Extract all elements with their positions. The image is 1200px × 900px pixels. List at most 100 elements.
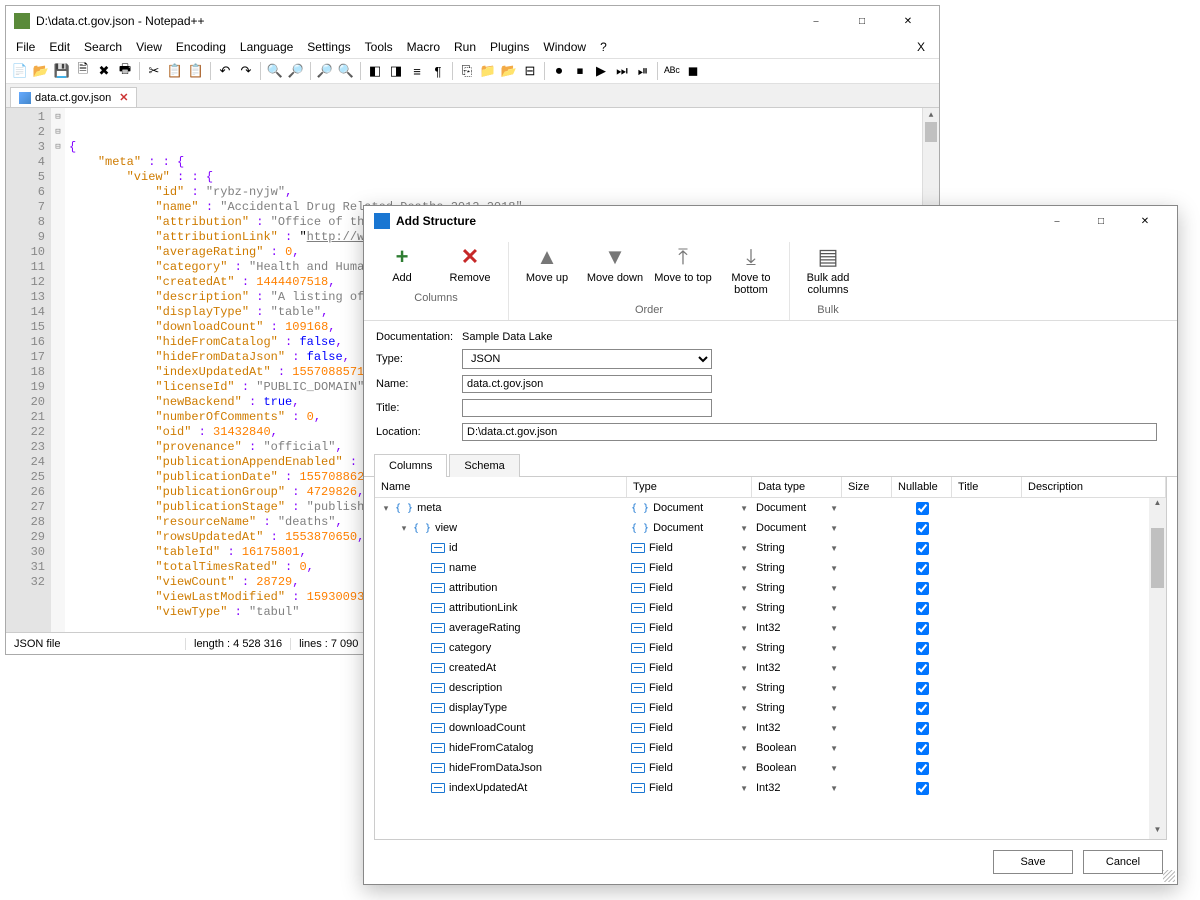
toolbar-button[interactable]: 🔎: [315, 61, 335, 81]
grid-row[interactable]: downloadCountField▼Int32▼: [375, 718, 1166, 738]
chevron-down-icon[interactable]: ▼: [830, 664, 838, 673]
chevron-down-icon[interactable]: ▼: [740, 544, 748, 553]
toolbar-button[interactable]: ◧: [365, 61, 385, 81]
toolbar-button[interactable]: ⊟: [520, 61, 540, 81]
scroll-thumb[interactable]: [1151, 528, 1164, 588]
toolbar-button[interactable]: ⏺: [549, 61, 569, 81]
nullable-checkbox[interactable]: [916, 522, 929, 535]
nullable-checkbox[interactable]: [916, 542, 929, 555]
grid-row[interactable]: idField▼String▼: [375, 538, 1166, 558]
nullable-checkbox[interactable]: [916, 682, 929, 695]
chevron-down-icon[interactable]: ▼: [830, 604, 838, 613]
fold-gutter[interactable]: ⊟⊟⊟: [51, 108, 65, 632]
type-select[interactable]: JSON: [462, 349, 712, 369]
toolbar-button[interactable]: ≡: [407, 61, 427, 81]
toolbar-button[interactable]: 🗎: [73, 61, 93, 81]
chevron-down-icon[interactable]: ▼: [830, 544, 838, 553]
dialog-minimize-button[interactable]: –: [1035, 206, 1079, 236]
toolbar-button[interactable]: ⏭: [612, 61, 632, 81]
toolbar-button[interactable]: ⏹: [570, 61, 590, 81]
header-nullable[interactable]: Nullable: [892, 477, 952, 497]
chevron-down-icon[interactable]: ▼: [740, 784, 748, 793]
scroll-thumb[interactable]: [925, 122, 937, 142]
chevron-down-icon[interactable]: ▼: [830, 724, 838, 733]
expand-icon[interactable]: ▾: [381, 503, 391, 514]
grid-row[interactable]: ▾{ }meta{ }Document▼Document▼: [375, 498, 1166, 518]
toolbar-button[interactable]: 📁: [478, 61, 498, 81]
save-button[interactable]: Save: [993, 850, 1073, 874]
grid-row[interactable]: hideFromDataJsonField▼Boolean▼: [375, 758, 1166, 778]
grid-row[interactable]: nameField▼String▼: [375, 558, 1166, 578]
chevron-down-icon[interactable]: ▼: [740, 644, 748, 653]
chevron-down-icon[interactable]: ▼: [830, 564, 838, 573]
nullable-checkbox[interactable]: [916, 662, 929, 675]
nullable-checkbox[interactable]: [916, 602, 929, 615]
grid-row[interactable]: attributionField▼String▼: [375, 578, 1166, 598]
nullable-checkbox[interactable]: [916, 622, 929, 635]
location-input[interactable]: [462, 423, 1157, 441]
menu-file[interactable]: File: [10, 38, 41, 56]
scroll-up-arrow-icon[interactable]: ▲: [923, 108, 939, 122]
chevron-down-icon[interactable]: ▼: [830, 584, 838, 593]
nullable-checkbox[interactable]: [916, 722, 929, 735]
remove-button[interactable]: ✕ Remove: [440, 242, 500, 286]
toolbar-button[interactable]: 🔍: [265, 61, 285, 81]
toolbar-button[interactable]: 📋: [186, 61, 206, 81]
grid-row[interactable]: averageRatingField▼Int32▼: [375, 618, 1166, 638]
chevron-down-icon[interactable]: ▼: [740, 564, 748, 573]
toolbar-button[interactable]: ↶: [215, 61, 235, 81]
add-button[interactable]: + Add: [372, 242, 432, 286]
toolbar-button[interactable]: 🔎: [286, 61, 306, 81]
grid-row[interactable]: descriptionField▼String▼: [375, 678, 1166, 698]
menu-settings[interactable]: Settings: [301, 38, 356, 56]
header-description[interactable]: Description: [1022, 477, 1166, 497]
nullable-checkbox[interactable]: [916, 502, 929, 515]
toolbar-button[interactable]: ◼: [683, 61, 703, 81]
toolbar-button[interactable]: 💾: [52, 61, 72, 81]
move-to-bottom-button[interactable]: ⤓Move to bottom: [721, 242, 781, 298]
tab-close-icon[interactable]: ✕: [119, 91, 128, 104]
chevron-down-icon[interactable]: ▼: [740, 604, 748, 613]
toolbar-button[interactable]: 📋: [165, 61, 185, 81]
grid-row[interactable]: ▾{ }view{ }Document▼Document▼: [375, 518, 1166, 538]
bulk-add-columns-button[interactable]: ▤Bulk add columns: [798, 242, 858, 298]
dialog-titlebar[interactable]: Add Structure – □ ✕: [364, 206, 1177, 236]
menu-view[interactable]: View: [130, 38, 168, 56]
toolbar-button[interactable]: ✂: [144, 61, 164, 81]
chevron-down-icon[interactable]: ▼: [740, 524, 748, 533]
npp-titlebar[interactable]: D:\data.ct.gov.json - Notepad++ – □ ✕: [6, 6, 939, 36]
document-tab[interactable]: data.ct.gov.json ✕: [10, 87, 137, 107]
toolbar-button[interactable]: 🔍: [336, 61, 356, 81]
toolbar-button[interactable]: ▶: [591, 61, 611, 81]
menu-help[interactable]: ?: [594, 38, 613, 56]
header-type[interactable]: Type: [627, 477, 752, 497]
nullable-checkbox[interactable]: [916, 642, 929, 655]
chevron-down-icon[interactable]: ▼: [740, 764, 748, 773]
header-title[interactable]: Title: [952, 477, 1022, 497]
toolbar-button[interactable]: ᴬᴮᶜ: [662, 61, 682, 81]
chevron-down-icon[interactable]: ▼: [740, 584, 748, 593]
scroll-down-arrow-icon[interactable]: ▼: [1149, 825, 1166, 839]
nullable-checkbox[interactable]: [916, 702, 929, 715]
chevron-down-icon[interactable]: ▼: [830, 764, 838, 773]
nullable-checkbox[interactable]: [916, 742, 929, 755]
nullable-checkbox[interactable]: [916, 762, 929, 775]
chevron-down-icon[interactable]: ▼: [830, 524, 838, 533]
move-down-button[interactable]: ▼Move down: [585, 242, 645, 298]
toolbar-button[interactable]: 📂: [499, 61, 519, 81]
header-size[interactable]: Size: [842, 477, 892, 497]
move-to-top-button[interactable]: ⤒Move to top: [653, 242, 713, 298]
chevron-down-icon[interactable]: ▼: [740, 704, 748, 713]
move-up-button[interactable]: ▲Move up: [517, 242, 577, 298]
menu-encoding[interactable]: Encoding: [170, 38, 232, 56]
nullable-checkbox[interactable]: [916, 562, 929, 575]
chevron-down-icon[interactable]: ▼: [740, 744, 748, 753]
tab-columns[interactable]: Columns: [374, 454, 447, 477]
toolbar-button[interactable]: 🖶: [115, 61, 135, 81]
toolbar-button[interactable]: ↷: [236, 61, 256, 81]
cancel-button[interactable]: Cancel: [1083, 850, 1163, 874]
nullable-checkbox[interactable]: [916, 782, 929, 795]
dialog-maximize-button[interactable]: □: [1079, 206, 1123, 236]
toolbar-button[interactable]: 📂: [31, 61, 51, 81]
grid-body[interactable]: ▾{ }meta{ }Document▼Document▼▾{ }view{ }…: [375, 498, 1166, 839]
